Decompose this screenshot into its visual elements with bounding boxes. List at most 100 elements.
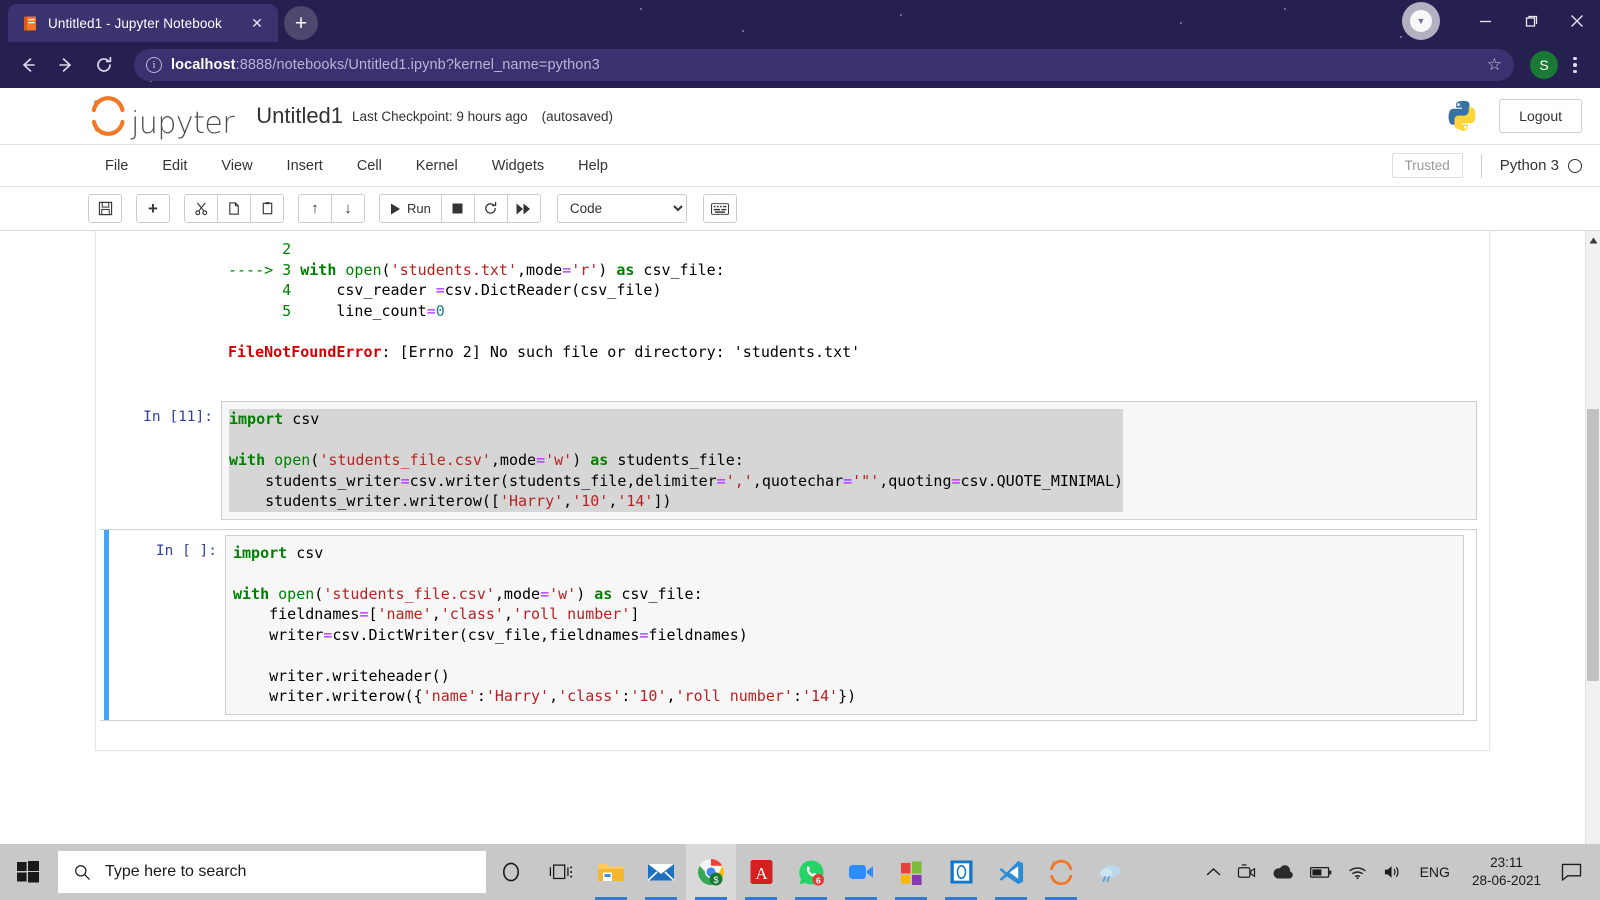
browser-tab[interactable]: Untitled1 - Jupyter Notebook ✕: [8, 4, 278, 42]
error-type: FileNotFoundError: [228, 343, 382, 361]
cell-editor[interactable]: import csv with open('students_file.csv'…: [221, 401, 1477, 520]
toolbar-group-insert: +: [136, 194, 170, 223]
jupyter-icon[interactable]: [1036, 844, 1086, 900]
task-view-icon[interactable]: [536, 844, 586, 900]
windows-taskbar: Type here to search: [0, 844, 1600, 900]
browser-profile-bubble[interactable]: ▼: [1402, 2, 1440, 40]
toolbar-group-move: ↑ ↓: [298, 194, 365, 223]
weather-icon[interactable]: [1086, 844, 1136, 900]
kernel-indicator-label: Python 3: [1500, 157, 1559, 174]
chrome-icon[interactable]: $: [686, 844, 736, 900]
address-bar[interactable]: i localhost:8888/notebooks/Untitled1.ipy…: [134, 49, 1514, 81]
menu-kernel[interactable]: Kernel: [399, 152, 475, 180]
vertical-scrollbar[interactable]: [1585, 231, 1600, 900]
screen-record-icon[interactable]: [1229, 844, 1264, 900]
traceback-body: 2 ----> 3 with open('students.txt',mode=…: [221, 237, 1477, 362]
paste-icon[interactable]: [250, 194, 284, 223]
cell-prompt: In [11]:: [96, 401, 221, 520]
cell-source[interactable]: import csv with open('students_file.csv'…: [233, 543, 1457, 707]
menubar-right: Trusted Python 3: [1392, 153, 1583, 178]
onedrive-icon[interactable]: [1264, 844, 1302, 900]
microsoft-store-icon[interactable]: [886, 844, 936, 900]
jupyter-wordmark: jupyter: [131, 109, 234, 139]
windows-logo-icon[interactable]: [0, 844, 56, 900]
kebab-menu-icon[interactable]: [1560, 50, 1590, 80]
toolbar-group-run: Run: [379, 194, 541, 223]
insert-cell-below-button[interactable]: +: [136, 194, 170, 223]
menu-help[interactable]: Help: [561, 152, 625, 180]
traceback-lineno: 2: [228, 240, 291, 258]
volume-icon[interactable]: [1375, 844, 1410, 900]
vscode-icon[interactable]: [986, 844, 1036, 900]
action-center-icon[interactable]: [1553, 844, 1594, 900]
scissors-icon[interactable]: [184, 194, 218, 223]
minimize-button[interactable]: [1462, 0, 1508, 42]
code-cell[interactable]: In [11]: import csv with open('students_…: [96, 396, 1489, 525]
copy-icon[interactable]: [217, 194, 251, 223]
clock[interactable]: 23:11 28-06-2021: [1460, 844, 1553, 900]
menu-file[interactable]: File: [88, 152, 145, 180]
run-cell-button[interactable]: Run: [379, 194, 442, 223]
restart-kernel-button[interactable]: [474, 194, 508, 223]
photos-icon[interactable]: [936, 844, 986, 900]
cortana-circle-icon[interactable]: [486, 844, 536, 900]
menu-insert[interactable]: Insert: [270, 152, 340, 180]
notebook-name[interactable]: Untitled1: [256, 103, 343, 129]
clock-time: 23:11: [1490, 854, 1523, 872]
divider: [1481, 154, 1482, 178]
keyboard-icon[interactable]: [703, 194, 737, 223]
forward-button[interactable]: [48, 48, 84, 82]
menu-cell[interactable]: Cell: [340, 152, 399, 180]
cell-type-select[interactable]: Code Markdown Raw NBConvert Heading: [557, 194, 687, 223]
traceback-line: ----> 3 with open('students.txt',mode='r…: [228, 260, 1477, 281]
whatsapp-icon[interactable]: 6: [786, 844, 836, 900]
notebook-toolbar: + ↑ ↓ Run: [0, 187, 1600, 231]
header-right: Logout: [1445, 99, 1582, 133]
jupyter-mark-icon: [88, 96, 128, 136]
menu-edit[interactable]: Edit: [145, 152, 204, 180]
maximize-button[interactable]: [1508, 0, 1554, 42]
avatar[interactable]: S: [1530, 51, 1558, 79]
wifi-icon[interactable]: [1340, 844, 1375, 900]
url-text: localhost:8888/notebooks/Untitled1.ipynb…: [171, 57, 600, 73]
language-indicator[interactable]: ENG: [1410, 864, 1460, 880]
move-cell-up-button[interactable]: ↑: [298, 194, 332, 223]
scroll-up-arrow-icon[interactable]: [1586, 233, 1600, 247]
search-placeholder: Type here to search: [105, 863, 246, 881]
menu-widgets[interactable]: Widgets: [475, 152, 561, 180]
stop-icon[interactable]: [441, 194, 475, 223]
new-tab-button[interactable]: +: [284, 6, 318, 40]
bookmark-star-icon[interactable]: ☆: [1487, 55, 1502, 75]
cell-source[interactable]: import csv with open('students_file.csv'…: [229, 409, 1123, 512]
close-icon[interactable]: ✕: [246, 12, 268, 34]
battery-icon[interactable]: [1302, 844, 1340, 900]
search-input[interactable]: Type here to search: [58, 851, 486, 893]
kernel-idle-icon[interactable]: [1568, 159, 1582, 173]
jupyter-logo[interactable]: jupyter: [88, 96, 234, 136]
file-explorer-icon[interactable]: [586, 844, 636, 900]
whatsapp-badge-count: 6: [815, 875, 820, 885]
traceback-line: 2: [228, 239, 1477, 260]
traceback-error-line: FileNotFoundError: [Errno 2] No such fil…: [228, 342, 1477, 363]
chevron-up-icon[interactable]: [1198, 844, 1229, 900]
mail-icon[interactable]: [636, 844, 686, 900]
cell-editor[interactable]: import csv with open('students_file.csv'…: [225, 535, 1464, 715]
back-button[interactable]: [10, 48, 46, 82]
fast-forward-icon[interactable]: [507, 194, 541, 223]
menu-view[interactable]: View: [204, 152, 269, 180]
url-host: localhost: [171, 57, 236, 73]
adobe-acrobat-icon[interactable]: A: [736, 844, 786, 900]
save-icon[interactable]: [88, 194, 122, 223]
last-checkpoint-label: Last Checkpoint: 9 hours ago: [352, 109, 528, 124]
close-window-button[interactable]: [1554, 0, 1600, 42]
code-cell-selected[interactable]: In [ ]: import csv with open('students_f…: [100, 529, 1477, 721]
scrollbar-thumb[interactable]: [1587, 409, 1599, 681]
info-icon[interactable]: i: [146, 57, 162, 73]
jupyter-page: jupyter Untitled1 Last Checkpoint: 9 hou…: [0, 88, 1600, 900]
move-cell-down-button[interactable]: ↓: [331, 194, 365, 223]
clock-date: 28-06-2021: [1472, 872, 1541, 890]
logout-button[interactable]: Logout: [1499, 99, 1582, 133]
reload-button[interactable]: [86, 48, 122, 82]
zoom-icon[interactable]: [836, 844, 886, 900]
menu-bar: File Edit View Insert Cell Kernel Widget…: [0, 145, 1600, 187]
